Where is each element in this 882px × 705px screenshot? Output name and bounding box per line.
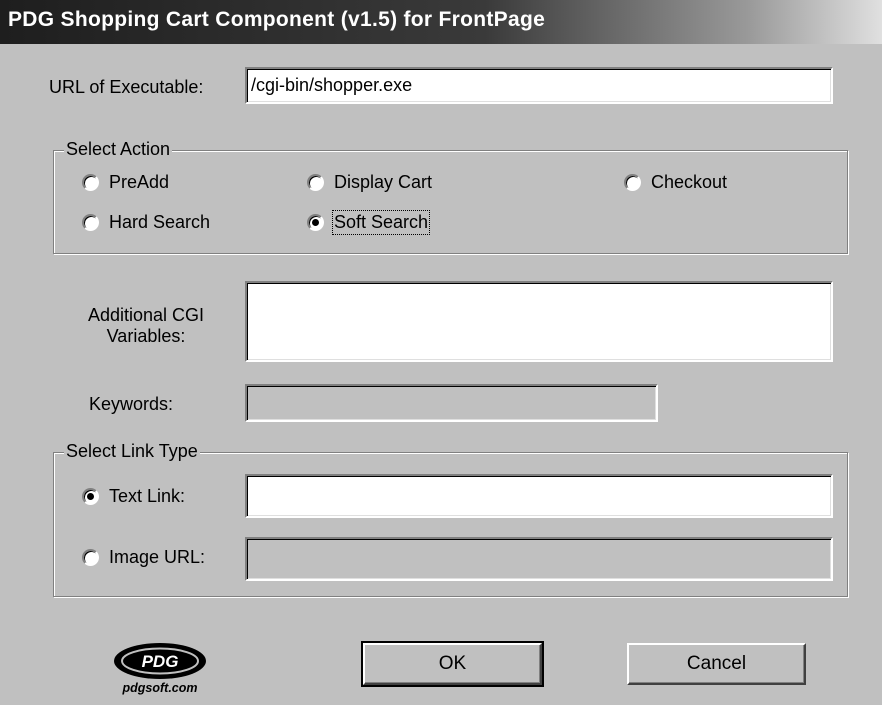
logo-mark: PDG [142, 652, 179, 671]
radio-button[interactable] [82, 549, 99, 566]
radio-label: Checkout [651, 172, 728, 192]
radio-button[interactable] [624, 174, 641, 191]
image-url-input[interactable] [245, 537, 833, 581]
radio-image-url[interactable]: Image URL: [82, 547, 205, 568]
radio-label: Hard Search [109, 212, 211, 232]
url-label: URL of Executable: [49, 77, 204, 97]
radio-label: Text Link: [109, 486, 186, 506]
keywords-label: Keywords: [89, 394, 174, 414]
radio-button[interactable] [82, 174, 99, 191]
radio-preadd[interactable]: PreAdd [82, 172, 169, 193]
radio-display-cart[interactable]: Display Cart [307, 172, 432, 193]
radio-label: Image URL: [109, 547, 206, 567]
title-bar[interactable]: PDG Shopping Cart Component (v1.5) for F… [0, 0, 882, 44]
radio-button[interactable] [82, 214, 99, 231]
radio-label: Display Cart [334, 172, 433, 192]
window-title: PDG Shopping Cart Component (v1.5) for F… [8, 8, 546, 31]
text-link-input[interactable] [245, 474, 833, 518]
radio-label: PreAdd [109, 172, 170, 192]
radio-checkout[interactable]: Checkout [624, 172, 727, 193]
radio-button[interactable] [82, 488, 99, 505]
select-action-legend: Select Action [64, 139, 173, 160]
keywords-input[interactable] [245, 384, 658, 422]
radio-label: Soft Search [331, 210, 431, 235]
logo-site: pdgsoft.com [122, 681, 198, 695]
radio-text-link[interactable]: Text Link: [82, 486, 185, 507]
radio-soft-search[interactable]: Soft Search [307, 210, 431, 235]
cgi-vars-textarea[interactable] [245, 281, 833, 362]
radio-button[interactable] [307, 214, 324, 231]
select-link-type-legend: Select Link Type [64, 441, 200, 462]
pdg-logo: PDG pdgsoft.com [108, 640, 212, 698]
select-action-group: Select Action [53, 139, 848, 254]
url-input[interactable]: /cgi-bin/shopper.exe [245, 67, 833, 104]
ok-button[interactable]: OK [361, 641, 544, 687]
radio-button[interactable] [307, 174, 324, 191]
cgi-vars-label: Additional CGI Variables: [87, 305, 205, 346]
cancel-button[interactable]: Cancel [627, 643, 806, 685]
radio-hard-search[interactable]: Hard Search [82, 212, 210, 233]
